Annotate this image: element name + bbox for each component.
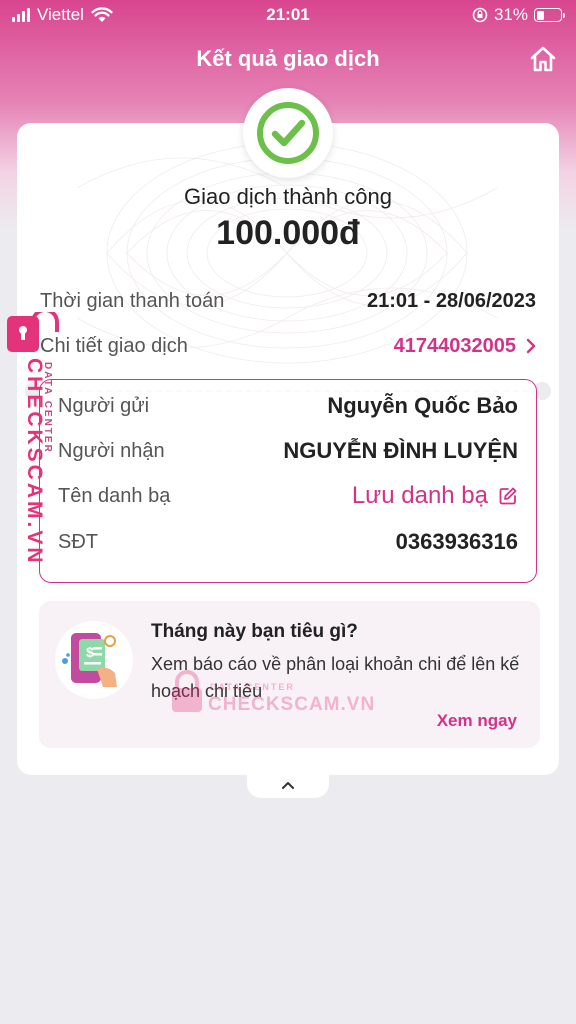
sender-row: Người gửi Nguyễn Quốc Bảo	[58, 389, 518, 423]
payment-time-row: Thời gian thanh toán 21:01 - 28/06/2023	[40, 286, 536, 316]
battery-percentage: 31%	[493, 5, 528, 24]
svg-text:$: $	[86, 644, 94, 660]
watermark-side: CHECKSCAM.VN DATA CENTER	[4, 312, 64, 566]
payment-time-value: 21:01 - 28/06/2023	[366, 289, 536, 312]
collapse-toggle[interactable]	[247, 772, 329, 798]
receiver-row: Người nhận NGUYỄN ĐÌNH LUYỆN	[58, 434, 518, 468]
transaction-detail-row[interactable]: Chi tiết giao dịch 41744032005	[40, 331, 536, 361]
receiver-name: NGUYỄN ĐÌNH LUYỆN	[283, 438, 518, 463]
transaction-amount: 100.000đ	[216, 214, 360, 252]
watermark-center-brand: CHECKSCAM.VN	[208, 694, 376, 715]
page-title: Kết quả giao dịch	[196, 46, 380, 71]
phone-row: SĐT 0363936316	[58, 525, 518, 559]
home-button[interactable]	[528, 44, 558, 74]
battery-icon	[534, 8, 565, 22]
transaction-status: Giao dịch thành công	[184, 184, 392, 209]
save-contact-button[interactable]: Lưu danh bạ	[352, 482, 518, 510]
edit-icon	[499, 487, 517, 505]
contact-label: Tên danh bạ	[58, 484, 171, 507]
save-contact-label: Lưu danh bạ	[351, 482, 488, 509]
status-bar: Viettel 21:01 31%	[0, 0, 576, 30]
success-check-icon	[257, 102, 319, 164]
receiver-label: Người nhận	[58, 439, 165, 462]
contact-row: Tên danh bạ Lưu danh bạ	[58, 479, 518, 513]
view-now-link[interactable]: Xem ngay	[437, 711, 517, 731]
transaction-id[interactable]: 41744032005	[394, 335, 516, 358]
banner-title: Tháng này bạn tiêu gì?	[151, 621, 358, 642]
lock-icon	[7, 312, 59, 352]
orientation-lock-icon	[472, 7, 488, 23]
lock-icon	[172, 670, 202, 712]
phone-label: SĐT	[58, 530, 98, 553]
chevron-up-icon[interactable]	[281, 781, 295, 790]
parties-box: Người gửi Nguyễn Quốc Bảo Người nhận NGU…	[39, 379, 537, 583]
phone-number: 0363936316	[395, 529, 518, 554]
payment-time-label: Thời gian thanh toán	[40, 289, 225, 312]
sender-name: Nguyễn Quốc Bảo	[327, 393, 518, 418]
report-illustration-icon: $	[55, 621, 133, 699]
watermark-sub: DATA CENTER	[42, 362, 53, 454]
watermark-center: DATA CENTER CHECKSCAM.VN	[170, 670, 390, 720]
watermark-center-sub: DATA CENTER	[210, 682, 295, 692]
success-badge	[243, 88, 333, 178]
chevron-right-icon[interactable]	[526, 338, 536, 354]
sender-label: Người gửi	[58, 394, 150, 417]
